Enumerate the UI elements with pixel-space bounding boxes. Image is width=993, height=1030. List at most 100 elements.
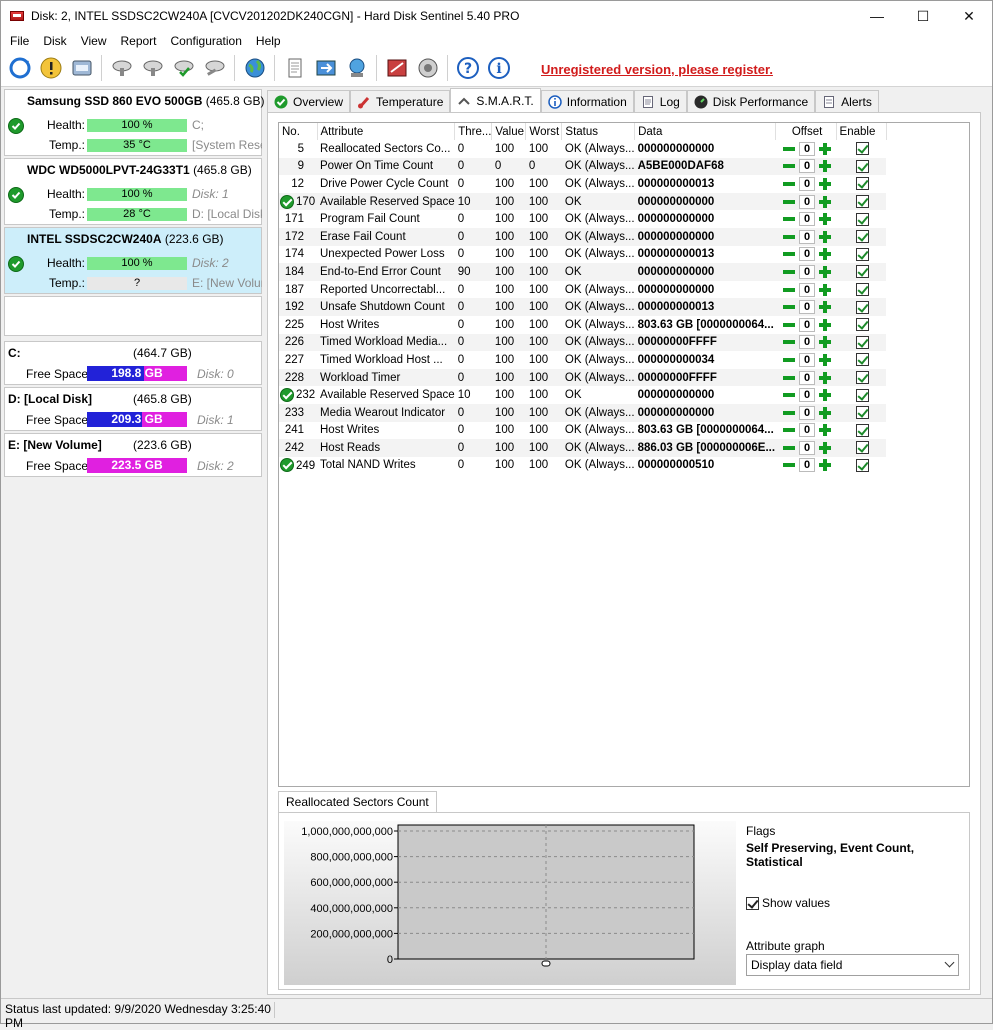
offset-minus-button[interactable] [782,318,796,332]
offset-value[interactable]: 0 [799,159,816,174]
offset-plus-button[interactable] [818,300,832,314]
smart-row[interactable]: 226 Timed Workload Media... 0 100 100 OK (Alw… [279,333,887,352]
col-header-no[interactable]: No. [279,123,318,140]
enable-checkbox[interactable] [856,423,870,437]
offset-plus-button[interactable] [818,142,832,156]
offset-value[interactable]: 0 [799,335,816,350]
offset-value[interactable]: 0 [799,282,816,297]
offset-minus-button[interactable] [782,265,796,279]
offset-value[interactable]: 0 [799,264,816,279]
offset-value[interactable]: 0 [799,212,816,227]
refresh-icon[interactable] [7,55,33,81]
enable-checkbox[interactable] [856,142,870,156]
smart-row[interactable]: 192 Unsafe Shutdown Count 0 100 100 OK (Alway… [279,298,887,316]
offset-plus-button[interactable] [818,335,832,349]
smart-row[interactable]: 241 Host Writes 0 100 100 OK (Always... 803.63… [279,422,886,440]
offset-minus-button[interactable] [782,353,796,367]
disk-tools-icon[interactable] [202,55,228,81]
offset-minus-button[interactable] [782,195,796,209]
offset-minus-button[interactable] [782,371,796,385]
offset-plus-button[interactable] [818,159,832,173]
enable-checkbox[interactable] [856,388,870,402]
offset-plus-button[interactable] [818,423,832,437]
smart-row[interactable]: 9 Power On Time Count 0 0 0 OK (Always... A5BE… [279,157,887,176]
menu-disk[interactable]: Disk [36,34,73,48]
tab-temperature[interactable]: Temperature [350,90,451,112]
offset-minus-button[interactable] [782,335,796,349]
enable-checkbox[interactable] [856,247,870,261]
offset-value[interactable]: 0 [799,423,816,438]
smart-row[interactable]: 187 Reported Uncorrectabl... 0 100 100 OK (Al… [279,281,886,299]
offset-minus-button[interactable] [782,300,796,314]
offset-value[interactable]: 0 [799,176,816,191]
enable-checkbox[interactable] [856,265,870,279]
offset-minus-button[interactable] [782,142,796,156]
smart-row[interactable]: 232 Available Reserved Space 10 100 100 OK 000… [279,386,886,404]
volume-c[interactable]: C: (464.7 GB) Free Space 198.8 GB Disk: … [4,341,262,385]
disk-card-samsung[interactable]: Samsung SSD 860 EVO 500GB (465.8 GB) Di … [4,89,279,156]
enable-checkbox[interactable] [856,195,870,209]
offset-minus-button[interactable] [782,159,796,173]
enable-checkbox[interactable] [856,353,870,367]
menu-file[interactable]: File [3,34,36,48]
smart-row[interactable]: 170 Available Reserved Space 10 100 100 OK 000… [279,192,887,211]
enable-checkbox[interactable] [856,458,870,472]
offset-minus-button[interactable] [782,406,796,420]
enable-checkbox[interactable] [856,318,870,332]
smart-row[interactable]: 249 Total NAND Writes 0 100 100 OK (Always...… [279,457,886,475]
tab-disk-performance[interactable]: Disk Performance [686,90,816,112]
enable-checkbox[interactable] [856,335,870,349]
offset-plus-button[interactable] [818,458,832,472]
smart-row[interactable]: 174 Unexpected Power Loss 0 100 100 OK (Alway… [279,246,886,264]
smart-row[interactable]: 171 Program Fail Count 0 100 100 OK (Always..… [279,210,886,228]
tab-overview[interactable]: Overview [267,90,351,112]
offset-value[interactable]: 0 [799,300,816,315]
disk-check-icon[interactable] [171,55,197,81]
help-icon[interactable]: ? [455,55,481,81]
offset-plus-button[interactable] [818,177,832,191]
tab-attribute-graph[interactable]: Reallocated Sectors Count [278,791,437,813]
col-header-enable[interactable]: Enable [836,123,887,140]
col-header-offset[interactable]: Offset [775,123,837,140]
col-header-worst[interactable]: Worst [525,123,563,140]
offset-plus-button[interactable] [818,283,832,297]
send-icon[interactable] [313,55,339,81]
col-header-data[interactable]: Data [634,123,776,140]
col-header-status[interactable]: Status [561,123,636,140]
smart-row[interactable]: 172 Erase Fail Count 0 100 100 OK (Always... 0… [279,227,887,246]
col-header-attribute[interactable]: Attribute [317,123,456,140]
tab-smart[interactable]: S.M.A.R.T. [450,88,541,112]
smart-row[interactable]: 242 Host Reads 0 100 100 OK (Always... 886.03 … [279,439,887,457]
enable-checkbox[interactable] [856,159,870,173]
offset-plus-button[interactable] [818,247,832,261]
smart-grid[interactable]: No. Attribute Thre... Value Worst Status… [278,122,970,787]
close-button[interactable]: ✕ [946,1,992,31]
tab-information[interactable]: Information [540,90,634,112]
enable-checkbox[interactable] [856,177,870,191]
menu-view[interactable]: View [74,34,114,48]
smart-row[interactable]: 184 End-to-End Error Count 90 100 100 OK 00000… [279,263,887,281]
network-icon[interactable] [344,55,370,81]
offset-value[interactable]: 0 [799,229,816,244]
offset-value[interactable]: 0 [799,317,816,332]
smart-row[interactable]: 5 Reallocated Sectors Co... 0 100 100 OK (Alw… [279,140,886,158]
attribute-graph-select[interactable]: Display data field [746,954,959,976]
maximize-button[interactable]: ☐ [900,1,946,31]
globe-icon[interactable] [242,55,268,81]
offset-plus-button[interactable] [818,353,832,367]
offset-value[interactable]: 0 [799,141,816,156]
menu-help[interactable]: Help [249,34,288,48]
offset-plus-button[interactable] [818,195,832,209]
offset-value[interactable]: 0 [799,405,816,420]
col-header-value[interactable]: Value [491,123,527,140]
offset-value[interactable]: 0 [799,352,816,367]
menu-configuration[interactable]: Configuration [164,34,249,48]
offset-minus-button[interactable] [782,212,796,226]
enable-checkbox[interactable] [856,371,870,385]
offset-plus-button[interactable] [818,212,832,226]
offset-plus-button[interactable] [818,318,832,332]
enable-checkbox[interactable] [856,283,870,297]
report-icon[interactable] [282,55,308,81]
tab-alerts[interactable]: Alerts [815,90,879,112]
offset-minus-button[interactable] [782,247,796,261]
